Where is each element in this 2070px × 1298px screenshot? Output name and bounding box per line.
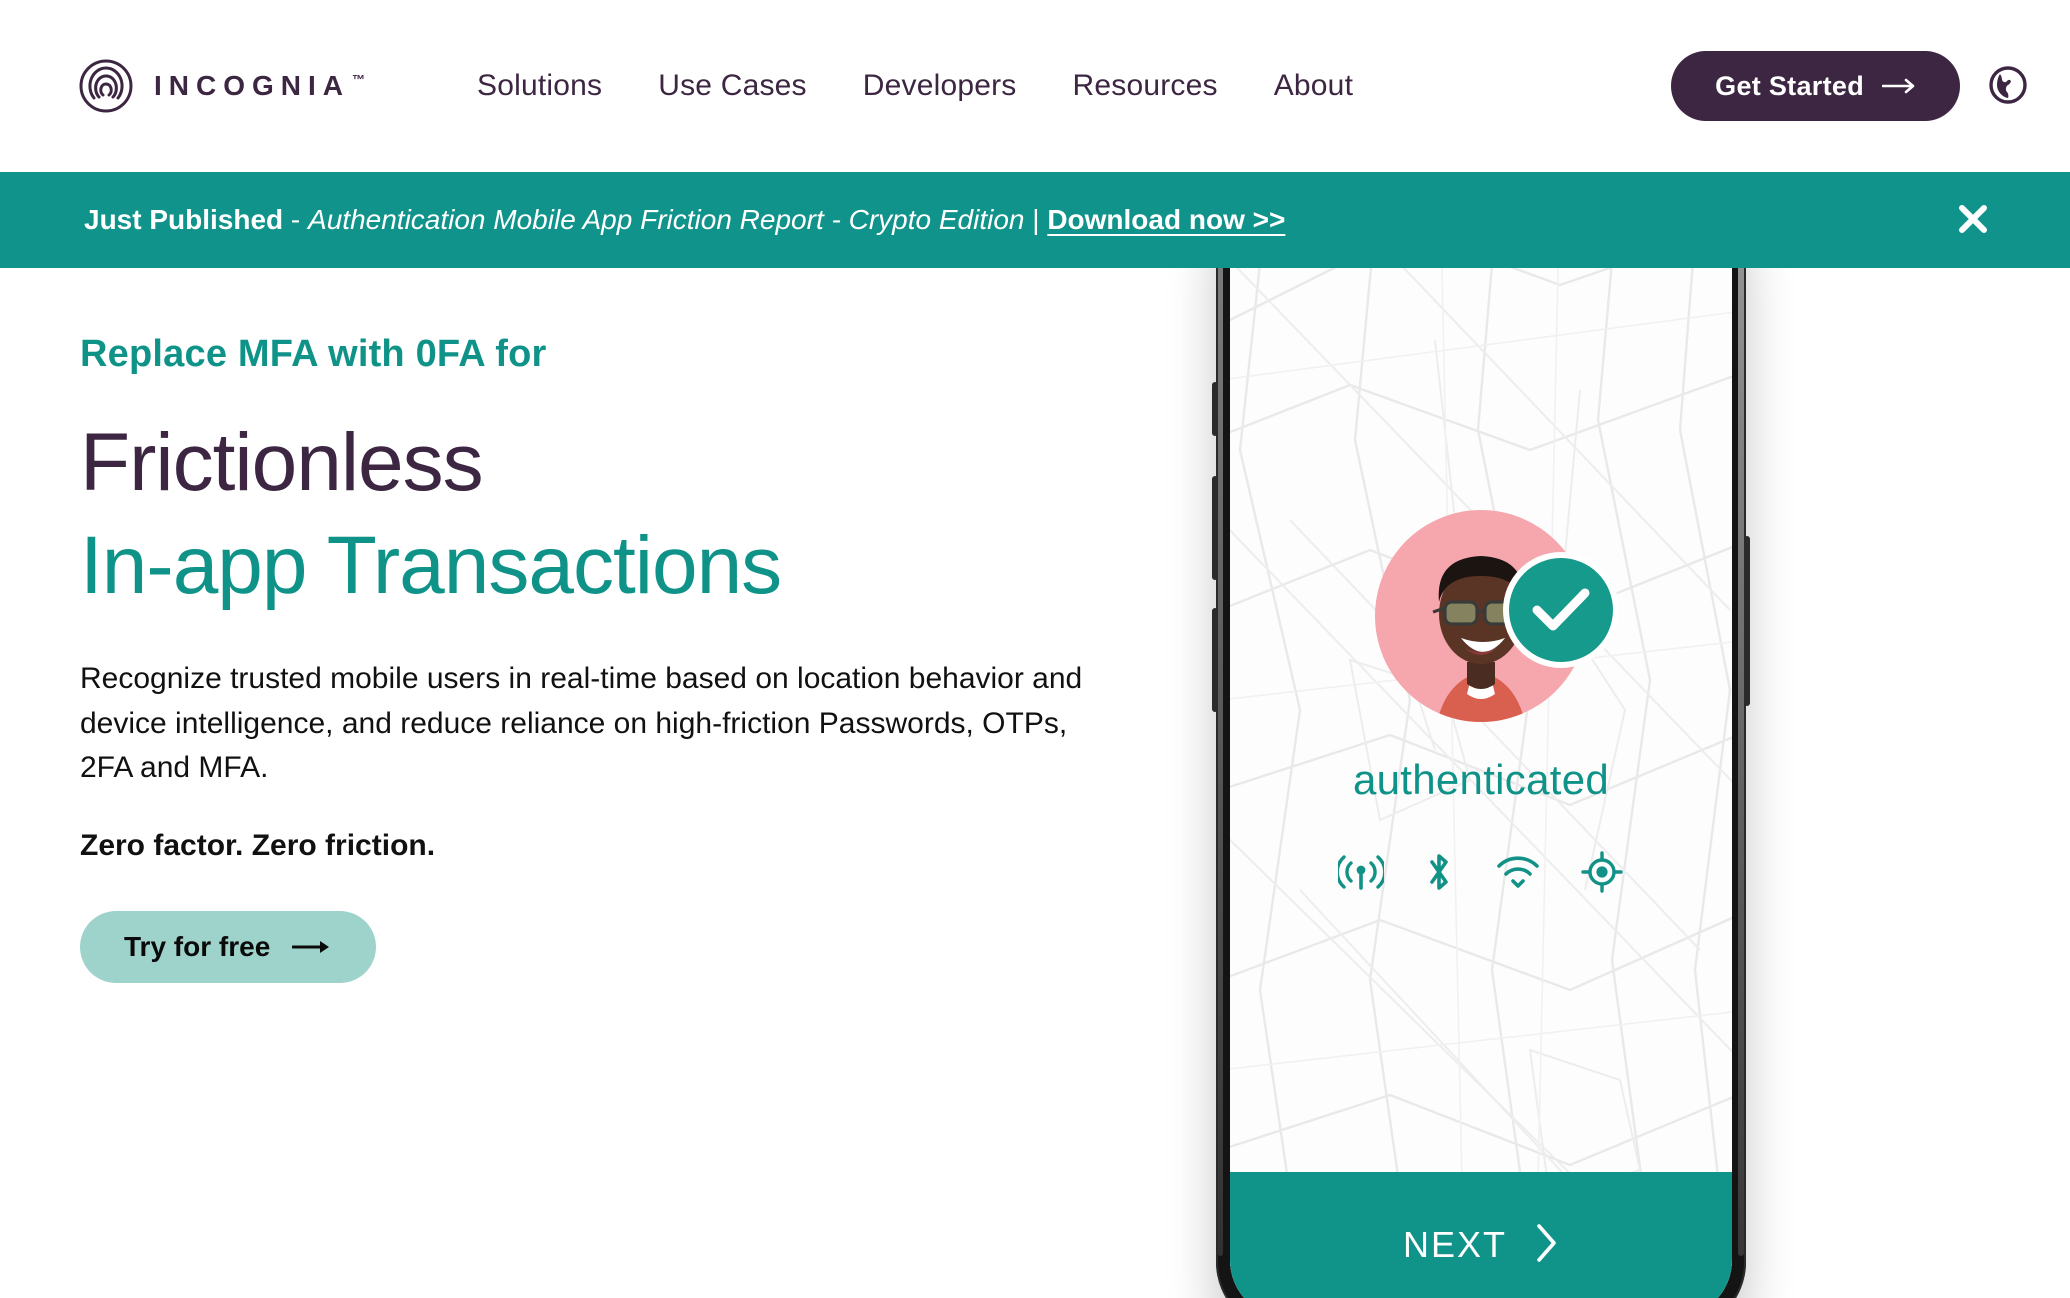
- phone-silent-switch[interactable]: [1212, 382, 1218, 436]
- logo-wordmark: INCOGNIA: [154, 70, 350, 101]
- nav-item-use-cases[interactable]: Use Cases: [630, 59, 835, 113]
- site-header: INCOGNIA ™ Solutions Use Cases Developer…: [0, 0, 2070, 172]
- nav-item-about[interactable]: About: [1246, 59, 1381, 113]
- chevron-right-icon: [1533, 1221, 1559, 1270]
- banner-label: Just Published: [84, 203, 284, 235]
- hero-title-line-1: Frictionless: [80, 416, 484, 508]
- nav-item-developers[interactable]: Developers: [835, 59, 1045, 113]
- hero-title-line-2: In-app Transactions: [80, 519, 782, 611]
- arrow-right-icon: [1882, 77, 1916, 95]
- globe-icon: [1987, 64, 2029, 109]
- phone-mockup: authenticated NEXT: [1212, 176, 1756, 1298]
- fingerprint-logo-icon: [78, 58, 134, 114]
- hero-description: Recognize trusted mobile users in real-t…: [80, 662, 1083, 785]
- phone-power-button[interactable]: [1744, 536, 1750, 706]
- check-circle-icon: [1509, 558, 1613, 662]
- authentication-status-label: authenticated: [1352, 756, 1610, 803]
- try-for-free-button[interactable]: Try for free: [80, 910, 377, 983]
- avatar-wrapper: [1375, 510, 1613, 722]
- get-started-label: Get Started: [1715, 70, 1864, 101]
- hero-kicker: Zero factor. Zero friction.: [80, 828, 436, 862]
- phone-edge-highlight-left: [1218, 236, 1223, 1256]
- hero-section: Replace MFA with 0FA for Frictionless In…: [0, 176, 2070, 1298]
- hero-copy: Replace MFA with 0FA for Frictionless In…: [80, 332, 1160, 983]
- banner-report-title: Authentication Mobile App Friction Repor…: [308, 203, 1025, 235]
- bluetooth-icon: [1422, 850, 1456, 894]
- authentication-status-block: authenticated: [1230, 510, 1732, 894]
- banner-close-button[interactable]: [1950, 197, 1996, 243]
- header-actions: Get Started: [1671, 51, 2030, 121]
- wifi-icon: [1494, 853, 1542, 891]
- banner-separator: -: [283, 203, 309, 235]
- hero-eyebrow: Replace MFA with 0FA for: [80, 333, 547, 375]
- cell-signal-icon: [1338, 852, 1384, 892]
- announcement-banner: Just Published - Authentication Mobile A…: [0, 172, 2070, 268]
- phone-edge-highlight-right: [1738, 236, 1744, 1256]
- page-root: INCOGNIA ™ Solutions Use Cases Developer…: [0, 0, 2070, 1298]
- logo-trademark: ™: [352, 72, 365, 87]
- gps-location-icon: [1580, 850, 1624, 894]
- next-button[interactable]: NEXT: [1230, 1172, 1732, 1298]
- phone-body: authenticated NEXT: [1212, 176, 1750, 1298]
- phone-volume-down-button[interactable]: [1212, 608, 1218, 712]
- phone-screen: authenticated NEXT: [1230, 190, 1732, 1298]
- language-selector-button[interactable]: [1986, 64, 2030, 108]
- logo[interactable]: INCOGNIA ™: [78, 58, 365, 114]
- page-title: Frictionless In-app Transactions: [80, 416, 1160, 611]
- banner-message: Just Published - Authentication Mobile A…: [84, 203, 1285, 236]
- banner-download-link[interactable]: Download now >>: [1047, 204, 1285, 235]
- nav-item-resources[interactable]: Resources: [1045, 59, 1246, 113]
- arrow-right-icon: [291, 931, 332, 963]
- next-button-label: NEXT: [1402, 1224, 1507, 1265]
- close-icon: [1953, 199, 1993, 242]
- try-for-free-label: Try for free: [124, 930, 271, 962]
- get-started-button[interactable]: Get Started: [1671, 51, 1960, 121]
- banner-divider: |: [1024, 203, 1048, 235]
- main-navigation: Solutions Use Cases Developers Resources…: [449, 59, 1381, 113]
- nav-item-solutions[interactable]: Solutions: [449, 59, 630, 113]
- phone-volume-up-button[interactable]: [1212, 476, 1218, 580]
- signal-icons-row: [1338, 850, 1624, 894]
